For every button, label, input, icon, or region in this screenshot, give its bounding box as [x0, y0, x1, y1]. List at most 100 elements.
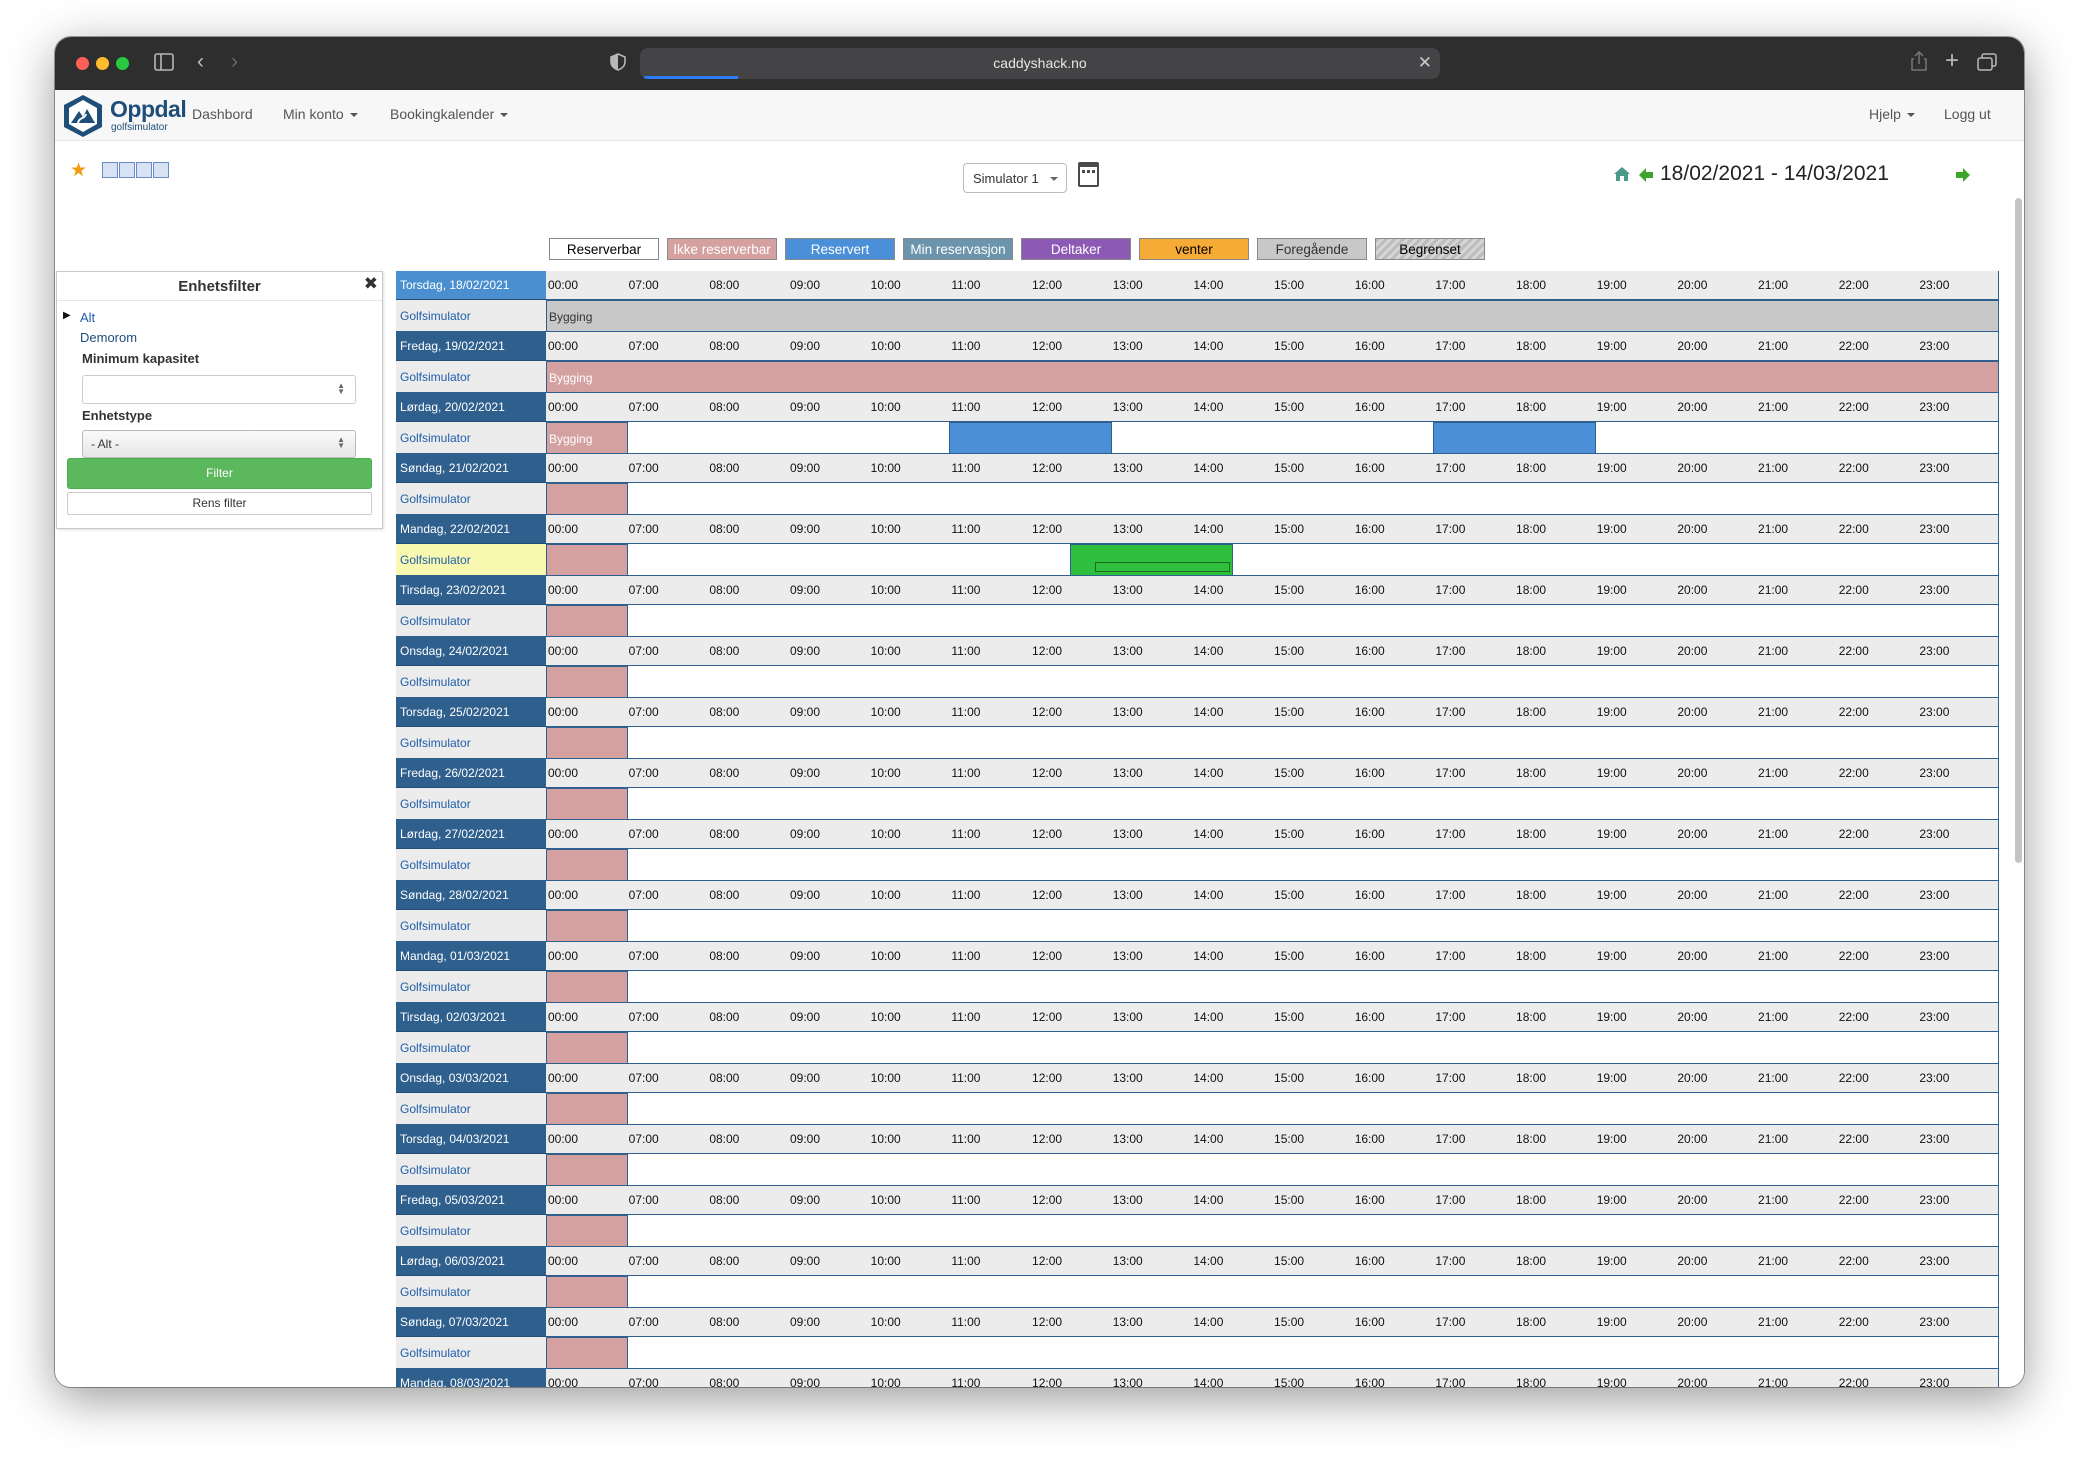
time-slot[interactable]	[1352, 1215, 1395, 1247]
time-slot[interactable]	[1796, 1276, 1838, 1308]
view-day-icon[interactable]	[119, 162, 135, 178]
time-slot[interactable]	[788, 1093, 830, 1125]
time-slot[interactable]	[868, 1215, 910, 1247]
time-slot[interactable]	[1030, 1154, 1072, 1186]
time-slot[interactable]	[989, 1276, 1031, 1308]
time-slot[interactable]	[1352, 971, 1395, 1003]
stepper-icon[interactable]: ▲ ▼	[337, 382, 345, 396]
time-slot[interactable]	[1151, 605, 1193, 637]
time-slot[interactable]	[1554, 788, 1596, 820]
resource-label[interactable]: Golfsimulator	[396, 910, 546, 942]
time-slot[interactable]	[788, 666, 830, 698]
time-slot[interactable]	[828, 1215, 870, 1247]
day-label[interactable]: Tirsdag, 23/02/2021	[396, 576, 546, 605]
time-slot[interactable]	[1957, 1276, 2000, 1308]
time-slot[interactable]	[626, 1093, 668, 1125]
time-slot[interactable]	[1877, 1276, 1919, 1308]
resource-label[interactable]: Golfsimulator	[396, 971, 546, 1003]
time-slot[interactable]	[868, 788, 910, 820]
time-slot[interactable]	[1110, 605, 1153, 637]
time-slot[interactable]	[1030, 1337, 1072, 1369]
time-slot[interactable]	[1554, 1032, 1596, 1064]
time-slot[interactable]	[1070, 971, 1112, 1003]
booking-block-not-bookable[interactable]	[546, 788, 628, 820]
time-slot[interactable]	[1836, 910, 1879, 942]
time-slot[interactable]	[1554, 1093, 1596, 1125]
time-slot[interactable]	[1756, 605, 1798, 637]
time-slot[interactable]	[1594, 849, 1637, 881]
time-slot[interactable]	[707, 849, 749, 881]
time-slot[interactable]	[1070, 849, 1112, 881]
time-slot[interactable]	[1514, 666, 1556, 698]
time-slot[interactable]	[1715, 483, 1758, 515]
time-slot[interactable]	[1352, 1337, 1395, 1369]
time-slot[interactable]	[1675, 1032, 1717, 1064]
time-slot[interactable]	[949, 605, 991, 637]
time-slot[interactable]	[1957, 849, 2000, 881]
time-slot[interactable]	[1756, 1093, 1798, 1125]
time-slot[interactable]	[667, 971, 709, 1003]
time-slot[interactable]	[909, 1215, 951, 1247]
time-slot[interactable]	[1272, 544, 1314, 576]
time-slot[interactable]	[1231, 605, 1274, 637]
time-slot[interactable]	[989, 1215, 1031, 1247]
time-slot[interactable]	[1514, 1093, 1556, 1125]
booking-block-my-reservation[interactable]	[1070, 544, 1233, 576]
time-slot[interactable]	[1272, 1032, 1314, 1064]
time-slot[interactable]	[1393, 422, 1435, 454]
time-slot[interactable]	[747, 483, 789, 515]
time-slot[interactable]	[828, 849, 870, 881]
time-slot[interactable]	[1796, 971, 1838, 1003]
time-slot[interactable]	[1231, 544, 1274, 576]
time-slot[interactable]	[1231, 849, 1274, 881]
time-slot[interactable]	[1635, 544, 1677, 576]
url-bar[interactable]: caddyshack.no ✕	[640, 48, 1440, 79]
time-slot[interactable]	[828, 1154, 870, 1186]
time-slot[interactable]	[1030, 666, 1072, 698]
day-label[interactable]: Fredag, 26/02/2021	[396, 759, 546, 788]
time-slot[interactable]	[1514, 727, 1556, 759]
time-slot[interactable]	[1030, 1276, 1072, 1308]
time-slot[interactable]	[747, 1032, 789, 1064]
time-slot[interactable]	[868, 1337, 910, 1369]
time-slot[interactable]	[1231, 910, 1274, 942]
time-slot[interactable]	[909, 1032, 951, 1064]
time-slot[interactable]	[1756, 666, 1798, 698]
time-slot[interactable]	[1110, 1154, 1153, 1186]
time-slot[interactable]	[626, 727, 668, 759]
time-slot[interactable]	[667, 1093, 709, 1125]
time-slot[interactable]	[1433, 971, 1475, 1003]
time-slot[interactable]	[1554, 483, 1596, 515]
time-slot[interactable]	[1352, 727, 1395, 759]
time-slot[interactable]	[989, 788, 1031, 820]
time-slot[interactable]	[1272, 910, 1314, 942]
resource-label[interactable]: Golfsimulator	[396, 1276, 546, 1308]
time-slot[interactable]	[1756, 971, 1798, 1003]
time-slot[interactable]	[1836, 483, 1879, 515]
time-slot[interactable]	[1957, 483, 2000, 515]
time-slot[interactable]	[1554, 971, 1596, 1003]
time-slot[interactable]	[1554, 605, 1596, 637]
time-slot[interactable]	[707, 1154, 749, 1186]
day-label[interactable]: Onsdag, 24/02/2021	[396, 637, 546, 666]
time-slot[interactable]	[1877, 971, 1919, 1003]
time-slot[interactable]	[1514, 788, 1556, 820]
day-label[interactable]: Fredag, 05/03/2021	[396, 1186, 546, 1215]
day-label[interactable]: Lørdag, 20/02/2021	[396, 393, 546, 422]
time-slot[interactable]	[828, 1337, 870, 1369]
time-slot[interactable]	[1756, 1032, 1798, 1064]
time-slot[interactable]	[788, 849, 830, 881]
time-slot[interactable]	[1877, 727, 1919, 759]
time-slot[interactable]	[1151, 1154, 1193, 1186]
time-slot[interactable]	[626, 544, 668, 576]
time-slot[interactable]	[667, 666, 709, 698]
time-slot[interactable]	[1917, 1032, 1959, 1064]
time-slot[interactable]	[1675, 605, 1717, 637]
time-slot[interactable]	[1554, 544, 1596, 576]
time-slot[interactable]	[989, 1093, 1031, 1125]
time-slot[interactable]	[1352, 605, 1395, 637]
time-slot[interactable]	[1393, 1276, 1435, 1308]
booking-block-not-bookable[interactable]: Bygging	[546, 422, 628, 454]
time-slot[interactable]	[1272, 1154, 1314, 1186]
time-slot[interactable]	[1473, 849, 1516, 881]
